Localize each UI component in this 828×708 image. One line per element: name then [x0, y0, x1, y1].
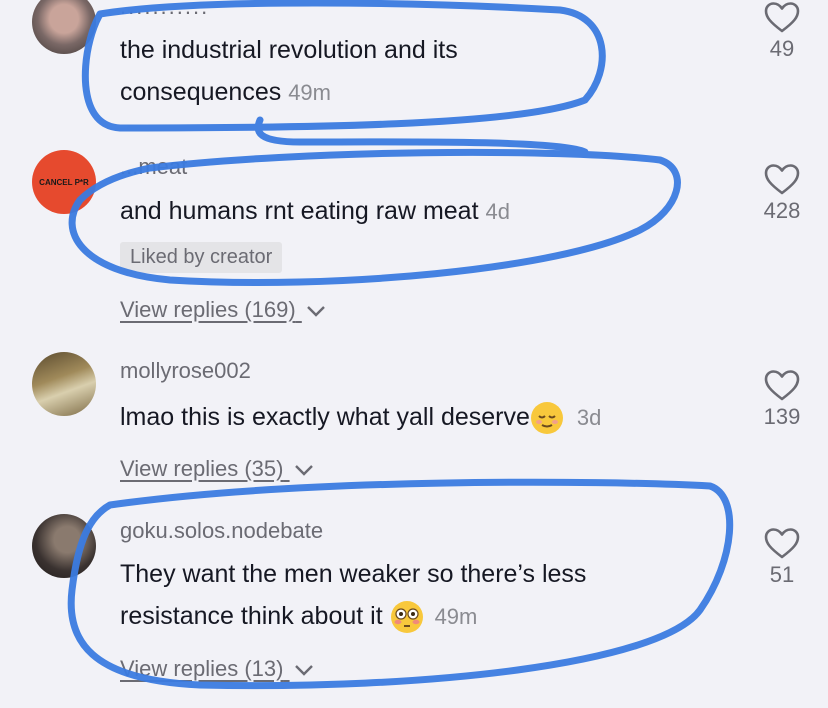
comment-username[interactable]: ...meat	[120, 154, 187, 180]
comment-username[interactable]: mollyrose002	[120, 358, 251, 384]
comment-text-line-2: consequences 49m	[120, 71, 458, 114]
view-replies-link[interactable]: View replies (35)	[120, 456, 314, 482]
scribble-link-1-2	[254, 116, 589, 156]
comment-text-line-2: resistance think about it 49m	[120, 595, 586, 638]
comment-text-content: and humans rnt eating raw meat	[120, 197, 479, 225]
comment-text-line-1: They want the men weaker so there’s less	[120, 560, 587, 588]
view-replies-label: View replies (35)	[120, 456, 284, 481]
avatar[interactable]	[32, 514, 96, 578]
comment-time: 3d	[576, 405, 602, 430]
chevron-down-icon	[306, 306, 325, 317]
like-count: 49	[769, 36, 795, 61]
comment-time: 49m	[288, 80, 331, 105]
view-replies-label: View replies (13)	[120, 656, 284, 681]
flushed-face-icon	[390, 601, 423, 634]
avatar[interactable]	[32, 352, 96, 416]
like-button[interactable]: 428	[752, 164, 812, 224]
like-count: 139	[763, 404, 801, 429]
heart-icon	[764, 164, 800, 195]
heart-icon	[764, 370, 800, 401]
comment-text: lmao this is exactly what yall deserve 3…	[120, 396, 601, 439]
comment-text-line-2-content: consequences	[120, 78, 282, 106]
chevron-down-icon	[294, 665, 313, 676]
heart-icon	[764, 528, 800, 559]
heart-icon	[764, 2, 800, 33]
comment-text-line-1: the industrial revolution and its	[120, 36, 458, 64]
comment-text: the industrial revolution and its conseq…	[120, 29, 458, 114]
liked-by-creator-badge: Liked by creator	[120, 242, 283, 273]
view-replies-link[interactable]: View replies (13)	[120, 656, 314, 682]
like-count: 51	[769, 562, 795, 587]
view-replies-link[interactable]: View replies (169)	[120, 297, 326, 323]
avatar[interactable]: CANCEL P*R	[32, 150, 96, 214]
comment-time: 49m	[434, 604, 478, 629]
avatar[interactable]	[32, 0, 96, 54]
like-button[interactable]: 51	[752, 528, 812, 588]
comment-text-content: lmao this is exactly what yall deserve	[120, 403, 530, 431]
comment-text: and humans rnt eating raw meat 4d	[120, 190, 510, 233]
comment-text-line-2-content: resistance think about it	[120, 602, 383, 630]
comment-time: 4d	[485, 199, 510, 224]
comment-text: They want the men weaker so there’s less…	[120, 553, 586, 638]
relieved-face-icon	[530, 402, 563, 435]
like-button[interactable]: 139	[752, 370, 812, 430]
like-count: 428	[763, 198, 801, 223]
view-replies-label: View replies (169)	[120, 297, 296, 322]
comment-username[interactable]: ...........	[120, 0, 209, 20]
chevron-down-icon	[294, 465, 313, 476]
avatar-text: CANCEL P*R	[39, 177, 89, 187]
like-button[interactable]: 49	[752, 2, 812, 62]
comment-username[interactable]: goku.solos.nodebate	[120, 518, 323, 544]
